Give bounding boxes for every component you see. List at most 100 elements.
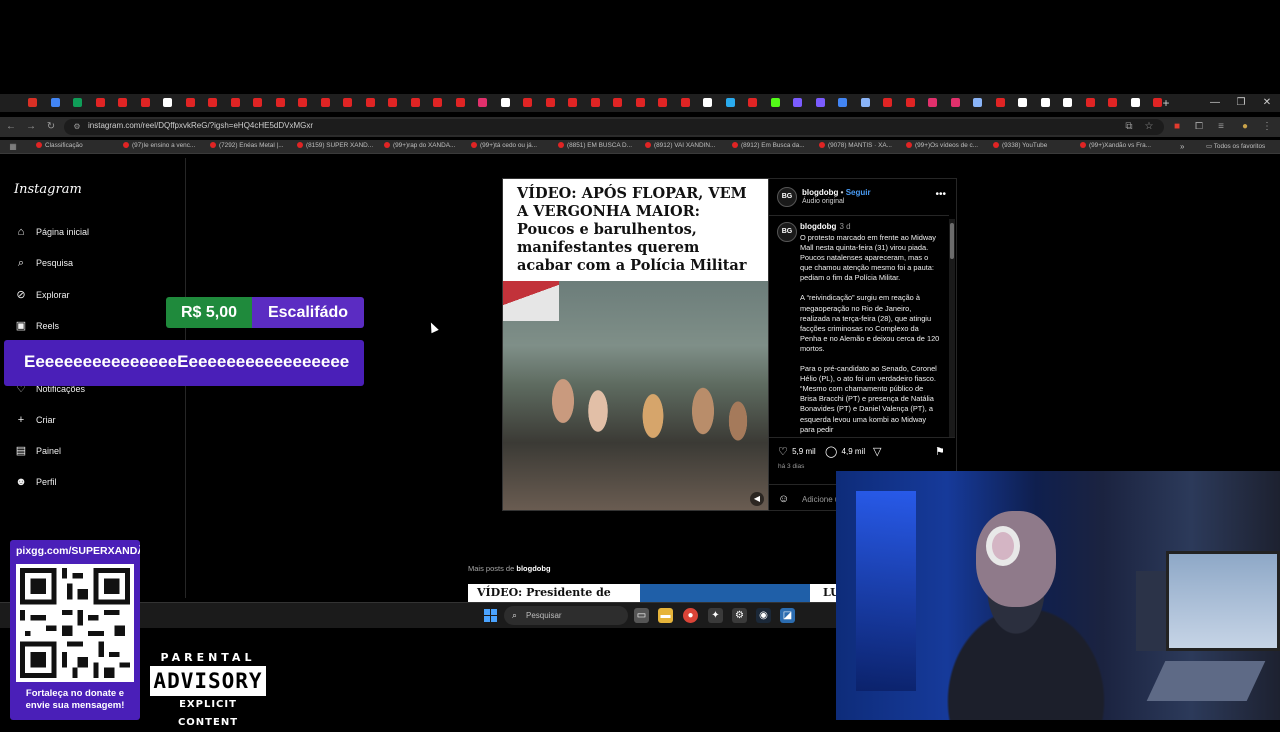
install-icon[interactable]: ⧉: [1122, 120, 1136, 134]
browser-tab[interactable]: [725, 98, 735, 107]
browser-tab[interactable]: [1108, 98, 1117, 107]
extensions-icon[interactable]: ⧠: [1192, 120, 1206, 134]
instagram-logo[interactable]: Instagram: [14, 182, 82, 197]
browser-tab[interactable]: [973, 98, 982, 107]
taskbar-search[interactable]: ⌕ Pesquisar: [504, 606, 628, 625]
bookmark-item[interactable]: (8159) SUPER XAND...: [297, 142, 381, 152]
browser-tab[interactable]: [73, 98, 82, 107]
audio-label[interactable]: Áudio original: [802, 198, 844, 205]
browser-tab[interactable]: [860, 98, 870, 107]
browser-tab[interactable]: [590, 98, 600, 107]
bookmark-item[interactable]: (9078) MANTIS · XA...: [819, 142, 903, 152]
settings-icon[interactable]: ⚙: [732, 608, 747, 623]
browser-tab[interactable]: [500, 98, 510, 107]
caption-username[interactable]: blogdobg: [800, 222, 836, 231]
browser-tab[interactable]: [950, 98, 960, 107]
more-post-thumbnail[interactable]: [640, 584, 810, 602]
address-bar[interactable]: ⚙ instagram.com/reel/DQffpxvkReG/?igsh=e…: [64, 119, 1164, 135]
browser-tab[interactable]: [28, 98, 37, 107]
close-icon[interactable]: ✕: [1258, 94, 1276, 112]
browser-tab[interactable]: [523, 98, 532, 107]
bookmark-star-icon[interactable]: ☆: [1142, 120, 1156, 134]
sidebar-item-reels[interactable]: ▣ Reels: [14, 319, 59, 335]
caption-avatar[interactable]: BG: [777, 222, 797, 242]
bookmark-item[interactable]: (99+)Os vídeos de c...: [906, 142, 990, 152]
sidebar-item-pesquisa[interactable]: ⌕ Pesquisa: [14, 256, 73, 272]
browser-tab[interactable]: [365, 98, 375, 107]
caption-scrollbar[interactable]: [949, 219, 955, 437]
follow-button[interactable]: Seguir: [846, 188, 871, 197]
bookmark-item[interactable]: (9338) YouTube: [993, 142, 1077, 152]
sidebar-item-p-gina-inicial[interactable]: ⌂ Página inicial: [14, 225, 89, 241]
browser-tab[interactable]: [320, 98, 330, 107]
bookmark-item[interactable]: (97)Ie ensino a venc...: [123, 142, 207, 152]
all-bookmarks-folder[interactable]: ▭ Todos os favoritos: [1206, 142, 1265, 152]
media-icon[interactable]: ≡: [1214, 120, 1228, 134]
site-info-icon[interactable]: ⚙: [70, 120, 84, 134]
browser-tab[interactable]: [50, 98, 60, 107]
browser-tab[interactable]: [905, 98, 915, 107]
browser-menu-icon[interactable]: ⋮: [1260, 120, 1274, 134]
browser-tab[interactable]: [140, 98, 150, 107]
browser-tab[interactable]: [208, 98, 217, 107]
more-posts-user[interactable]: blogdobg: [516, 564, 550, 573]
bookmark-item[interactable]: (99+)rap do XANDÃ...: [384, 142, 468, 152]
browser-tab[interactable]: [1018, 98, 1027, 107]
browser-tab[interactable]: [1130, 98, 1140, 107]
browser-tab[interactable]: [230, 98, 240, 107]
scrollbar-thumb[interactable]: [950, 223, 954, 259]
sidebar-item-painel[interactable]: ▤ Painel: [14, 444, 61, 460]
sidebar-item-explorar[interactable]: ⊘ Explorar: [14, 288, 69, 304]
browser-tab[interactable]: [1063, 98, 1072, 107]
bookmarks-overflow-icon[interactable]: »: [1180, 142, 1184, 152]
browser-tab[interactable]: [478, 98, 487, 107]
browser-tab[interactable]: [455, 98, 465, 107]
browser-tab[interactable]: [298, 98, 307, 107]
minimize-icon[interactable]: —: [1206, 94, 1224, 112]
bookmark-item[interactable]: (8851) EM BUSCA D...: [558, 142, 642, 152]
like-button[interactable]: ♡ 5,9 mil: [778, 445, 816, 458]
mute-icon[interactable]: ◀: [750, 492, 764, 506]
back-icon[interactable]: ←: [4, 120, 18, 134]
bookmark-item[interactable]: (7292) Enéas Metal |...: [210, 142, 294, 152]
comment-button[interactable]: ◯ 4,9 mil: [825, 445, 865, 458]
steam-icon[interactable]: ◉: [756, 608, 771, 623]
browser-tab[interactable]: [545, 98, 555, 107]
browser-tab[interactable]: [388, 98, 397, 107]
windows-start-icon[interactable]: [484, 609, 497, 622]
extension-icon[interactable]: ■: [1170, 120, 1184, 134]
browser-tab[interactable]: [568, 98, 577, 107]
chrome-icon[interactable]: ●: [683, 608, 698, 623]
browser-tab[interactable]: [635, 98, 645, 107]
maximize-icon[interactable]: ❐: [1232, 94, 1250, 112]
browser-tab[interactable]: [703, 98, 712, 107]
sidebar-item-criar[interactable]: + Criar: [14, 413, 56, 429]
bookmark-item[interactable]: (99+)tá cedo ou já...: [471, 142, 555, 152]
browser-tab[interactable]: [770, 98, 780, 107]
browser-tab[interactable]: [275, 98, 285, 107]
bookmark-item[interactable]: (8912) Em Busca da...: [732, 142, 816, 152]
browser-tab[interactable]: [658, 98, 667, 107]
bookmark-item[interactable]: (99+)Xandão vs Fra...: [1080, 142, 1164, 152]
task-view-icon[interactable]: ▭: [634, 608, 649, 623]
app-icon[interactable]: ◪: [780, 608, 795, 623]
apps-grid-icon[interactable]: ▦: [6, 140, 20, 154]
author-username[interactable]: blogdobg: [802, 188, 838, 197]
more-options-icon[interactable]: •••: [935, 189, 946, 200]
reel-video[interactable]: VÍDEO: APÓS FLOPAR, VEM A VERGONHA MAIOR…: [502, 178, 769, 511]
profile-avatar-icon[interactable]: ●: [1238, 120, 1252, 134]
save-icon[interactable]: ⚑: [935, 445, 947, 458]
more-post-thumbnail[interactable]: LU: [810, 584, 838, 602]
browser-tab[interactable]: [95, 98, 105, 107]
browser-tab[interactable]: [680, 98, 690, 107]
browser-tab[interactable]: [185, 98, 195, 107]
browser-tab[interactable]: [793, 98, 802, 107]
file-explorer-icon[interactable]: ▬: [658, 608, 673, 623]
avatar[interactable]: BG: [777, 187, 797, 207]
forward-icon[interactable]: →: [24, 120, 38, 134]
browser-tab[interactable]: [995, 98, 1005, 107]
browser-tab[interactable]: [838, 98, 847, 107]
reload-icon[interactable]: ↻: [44, 120, 58, 134]
more-post-thumbnail[interactable]: VÍDEO: Presidente de: [468, 584, 640, 602]
browser-tab[interactable]: [1085, 98, 1095, 107]
